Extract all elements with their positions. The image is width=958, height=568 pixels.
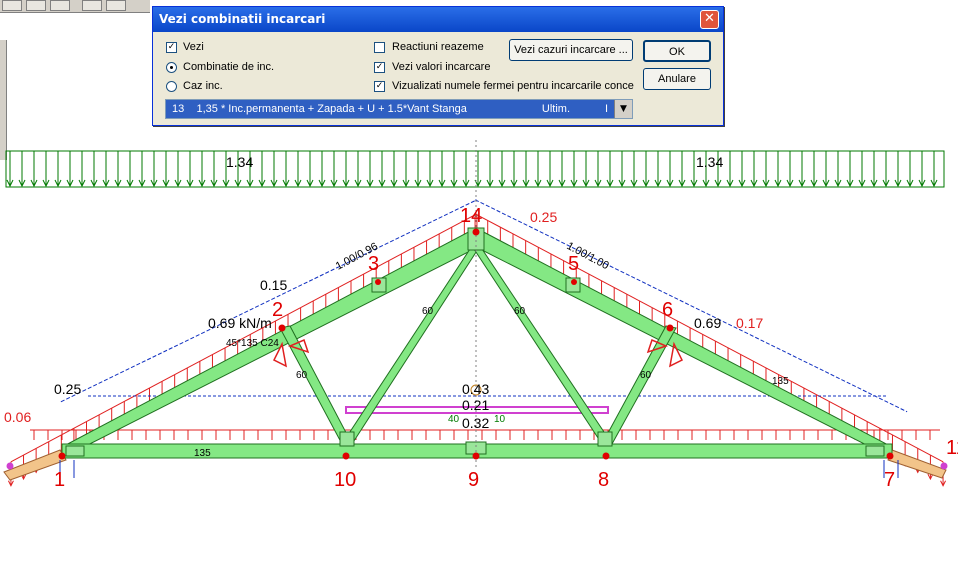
truss-nodes [6, 228, 948, 470]
load-center-a: 0.43 [462, 381, 489, 397]
caz-radio[interactable] [166, 81, 177, 92]
member-label-135-a: 135 [194, 448, 211, 459]
load-combinations-dialog: Vezi combinatii incarcari ✕ ✓ Vezi Combi… [152, 6, 724, 126]
section-label: 45*135 C24 [226, 338, 279, 349]
load-left-low: 0.25 [54, 381, 81, 397]
vezi-label: Vezi [183, 41, 204, 53]
ok-button[interactable]: OK [643, 40, 711, 62]
combinatie-radio[interactable] [166, 62, 177, 73]
vezi-valori-checkbox[interactable]: ✓ [374, 62, 385, 73]
load-center-b: 0.21 [462, 397, 489, 413]
load-center-c: 0.32 [462, 415, 489, 431]
load-mid-right: 0.69 [694, 315, 721, 331]
combinatie-label: Combinatie de inc. [183, 61, 275, 73]
combination-flag: I [604, 103, 608, 115]
diagonal-right-outer [601, 325, 677, 445]
vezi-valori-label: Vezi valori incarcare [392, 61, 491, 73]
top-distributed-load [5, 150, 945, 188]
bottom-load-arrows [33, 430, 931, 440]
load-left-tip: 0.06 [4, 409, 31, 425]
member-label-135-b: 135 [772, 376, 789, 387]
vezi-cazuri-button[interactable]: Vezi cazuri incarcare ... [509, 39, 633, 61]
node-label-10: 10 [334, 469, 356, 491]
node-label-2: 2 [272, 299, 283, 321]
vezi-checkbox[interactable]: ✓ [166, 42, 177, 53]
node-label-14: 14 [460, 205, 482, 227]
node-label-9: 9 [468, 469, 479, 491]
vizualizati-label: Vizualizati numele fermei pentru incarca… [392, 80, 634, 92]
caz-label: Caz inc. [183, 80, 223, 92]
combination-text: 13 1,35 * Inc.permanenta + Zapada + U + … [172, 103, 467, 115]
reactiuni-label: Reactiuni reazeme [392, 41, 484, 53]
vizualizati-checkbox[interactable]: ✓ [374, 81, 385, 92]
cancel-button[interactable]: Anulare [643, 68, 711, 90]
member-label-60-c: 60 [296, 370, 308, 381]
top-load-left: 1.34 [226, 154, 253, 170]
load-mid-left: 0.69 kN/m [208, 315, 272, 331]
right-overhang [887, 449, 947, 479]
chevron-down-icon[interactable]: ▼ [614, 100, 632, 118]
reactiuni-checkbox[interactable] [374, 42, 385, 53]
load-top-right: 0.25 [530, 209, 557, 225]
load-center-d: 40 [448, 414, 460, 425]
top-load-right: 1.34 [696, 154, 723, 170]
combination-type: Ultim. [541, 103, 570, 115]
dialog-title: Vezi combinatii incarcari [159, 12, 326, 26]
node-label-11: 11 [946, 437, 958, 459]
member-label-60-d: 60 [640, 370, 652, 381]
load-center-e: 10 [494, 414, 506, 425]
dialog-titlebar[interactable]: Vezi combinatii incarcari ✕ [153, 7, 723, 32]
close-icon[interactable]: ✕ [700, 10, 719, 29]
node-label-1: 1 [54, 469, 65, 491]
combination-select[interactable]: 13 1,35 * Inc.permanenta + Zapada + U + … [165, 99, 633, 119]
member-label-60-b: 60 [514, 306, 526, 317]
node-label-6: 6 [662, 299, 673, 321]
node-label-8: 8 [598, 469, 609, 491]
load-top-left: 0.15 [260, 277, 287, 293]
node-label-7: 7 [884, 469, 895, 491]
load-right-small: 0.17 [736, 315, 763, 331]
member-label-60-a: 60 [422, 306, 434, 317]
diagonal-left-outer [279, 325, 353, 445]
